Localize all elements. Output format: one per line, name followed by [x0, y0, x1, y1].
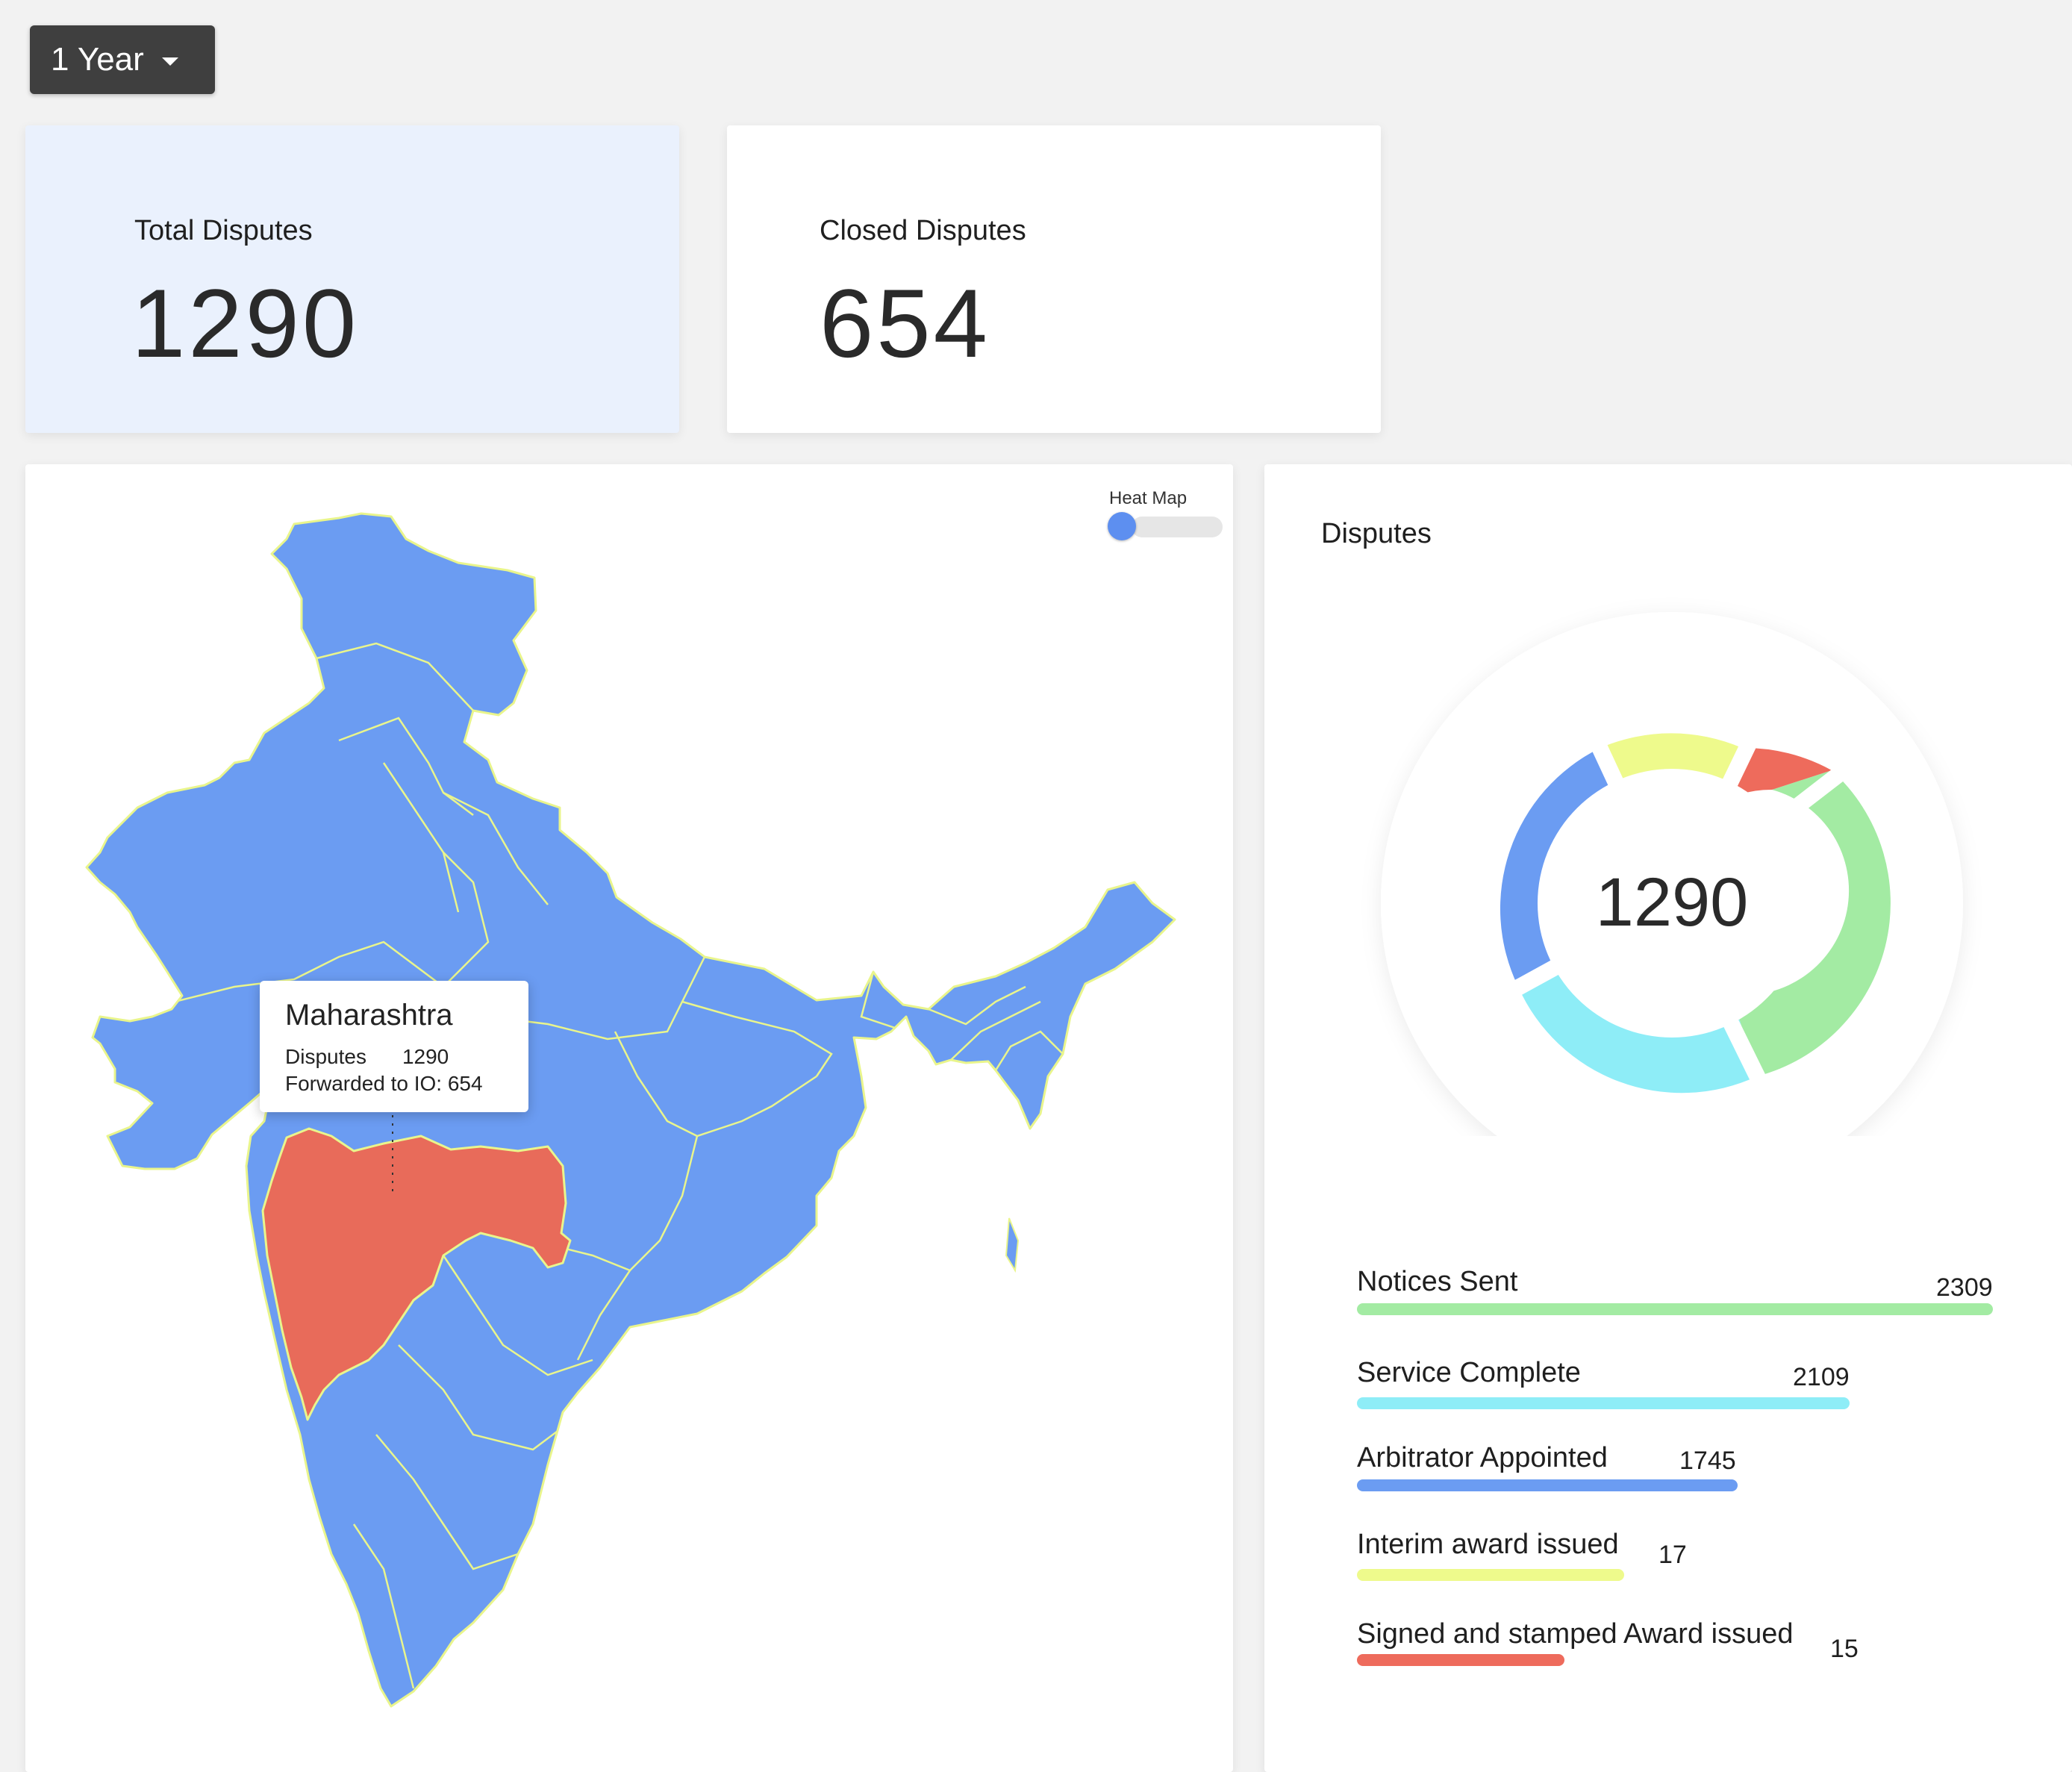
stage-value: 1745	[1679, 1447, 1736, 1475]
tooltip-state-name: Maharashtra	[285, 999, 453, 1032]
disputes-panel: Disputes 1290 Notices Sent 2309 Service …	[1264, 464, 2072, 1772]
stage-name: Notices Sent	[1357, 1266, 1518, 1297]
total-disputes-label: Total Disputes	[134, 215, 313, 246]
donut-center-value: 1290	[1596, 864, 1749, 940]
closed-disputes-label: Closed Disputes	[820, 215, 1026, 246]
stage-name: Signed and stamped Award issued	[1357, 1618, 1794, 1650]
period-dropdown[interactable]: 1 Year	[30, 25, 215, 94]
stage-value: 2109	[1793, 1363, 1850, 1391]
period-label: 1 Year	[51, 41, 144, 78]
tooltip-disputes-value: 1290	[402, 1045, 449, 1068]
chevron-down-icon	[161, 57, 178, 66]
india-map	[85, 512, 1176, 1708]
andaman-islands[interactable]	[1005, 1217, 1020, 1273]
stage-value: 17	[1658, 1541, 1687, 1569]
stage-name: Service Complete	[1357, 1357, 1581, 1388]
stage-name: Arbitrator Appointed	[1357, 1442, 1608, 1473]
closed-disputes-value: 654	[820, 269, 990, 378]
stage-value: 2309	[1936, 1273, 1993, 1302]
tooltip-disputes-row: Disputes 1290	[285, 1045, 449, 1069]
india-outline[interactable]	[85, 512, 1176, 1708]
india-map-panel: Heat Map Maharashtra Disputes 1290 Forwa…	[25, 464, 1233, 1772]
stage-bar	[1357, 1303, 1993, 1315]
stage-value: 15	[1830, 1635, 1859, 1663]
dashboard: 1 Year Total Disputes 1290 Closed Disput…	[0, 0, 2072, 1772]
closed-disputes-card: Closed Disputes 654	[727, 125, 1381, 433]
stage-bar	[1357, 1654, 1564, 1666]
stage-name: Interim award issued	[1357, 1529, 1619, 1560]
stage-bar	[1357, 1479, 1738, 1491]
tooltip-forwarded: Forwarded to IO: 654	[285, 1072, 483, 1095]
state-tooltip: Maharashtra Disputes 1290 Forwarded to IO…	[260, 981, 528, 1112]
disputes-donut-chart: 1290	[1381, 612, 1963, 1136]
india-states[interactable]	[85, 512, 1176, 1708]
stage-bar	[1357, 1569, 1624, 1581]
tooltip-disputes-label: Disputes	[285, 1045, 366, 1068]
stage-bar	[1357, 1397, 1850, 1409]
total-disputes-value: 1290	[131, 269, 360, 378]
total-disputes-card: Total Disputes 1290	[25, 125, 679, 433]
